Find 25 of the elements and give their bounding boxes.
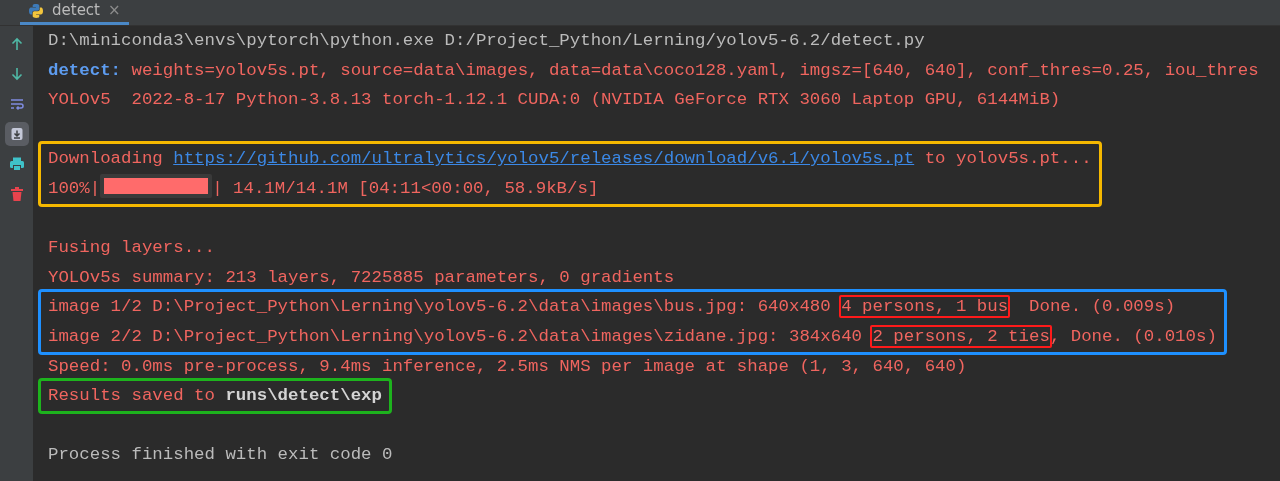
python-icon [28,2,44,19]
console-text: image 1/2 D:\Project_Python\Lerning\yolov5-6.2\data\images\bus.jpg: 640x480 [48,297,832,317]
console-line: YOLOv5 2022-8-17 Python-3.8.13 torch-1.12.1 CUDA:0 (NVIDIA GeForce RTX 3060 Laptop GPU, 6144MiB) [48,89,1062,112]
console-text: | 14.1M/14.1M [04:11<00:00, 58.9kB/s] [212,178,599,198]
console-line: D:\miniconda3\envs\pytorch\python.exe D:/Project_Python/Lerning/yolov5-6.2/detect.py [48,30,926,52]
scroll-to-end-icon[interactable] [4,122,29,146]
highlighted-text: 2 persons, 2 ties [870,324,1052,348]
console-text: weights=yolov5s.pt, source=data\images, data=data\coco128.yaml, imgsz=[640, 640], conf_thres=0.25, iou_thres [130,60,1259,80]
console-text: to yolov5s.pt... [923,149,1092,169]
console-label: detect: [48,60,122,80]
console-text: , Done. (0.010s) [1049,326,1217,346]
console-text: Results saved to [48,386,216,406]
console-line: Fusing layers... [48,237,216,260]
download-link[interactable]: https://github.com/ultralytics/yolov5/releases/download/v6.1/yolov5s.pt [173,149,915,169]
close-icon[interactable]: × [108,0,121,22]
console-text: Downloading [48,149,164,169]
highlighted-text: 4 persons, 1 bus [839,295,1011,319]
output-path: runs\detect\exp [225,386,382,406]
console-line: YOLOv5s summary: 213 layers, 7225885 parameters, 0 gradients [48,266,676,289]
console-text: Done. (0.009s) [1028,297,1176,317]
console-text: 100%| [48,178,101,198]
console-text: image 2/2 D:\Project_Python\Lerning\yolov5-6.2\data\images\zidane.jpg: 384x640 [48,326,863,346]
console-tab[interactable]: detect × [20,0,129,25]
console-line: Speed: 0.0ms pre-process, 9.4ms inference, 2.5ms NMS per image at shape (1, 3, 640, 640) [48,355,968,378]
console-line: Process finished with exit code 0 [48,444,394,467]
